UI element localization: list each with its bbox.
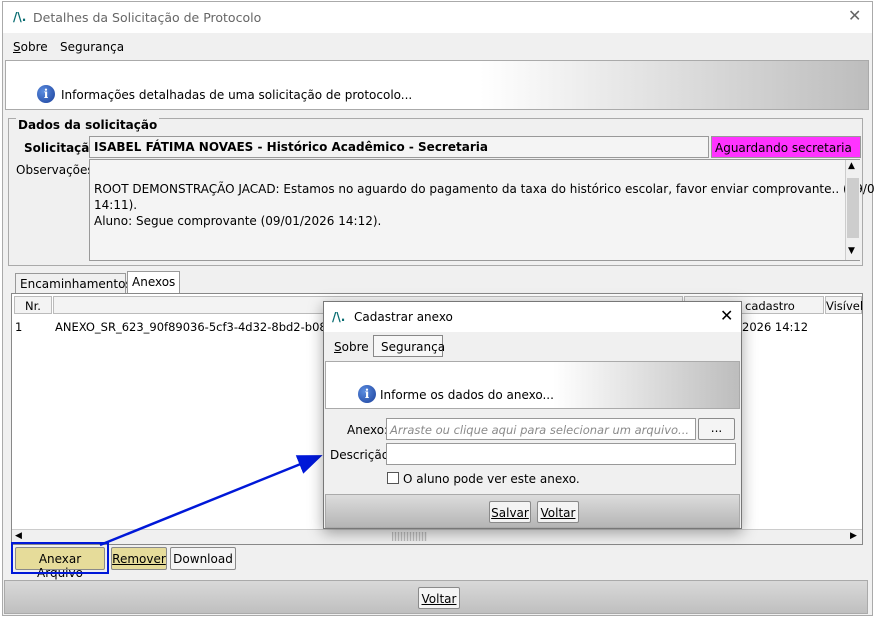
dialog-voltar-button[interactable]: Voltar <box>537 501 579 523</box>
dialog-close-icon[interactable]: ✕ <box>720 306 733 325</box>
dialog-menu-sobre-label: obre <box>341 340 369 354</box>
dialog-menu-seguranca-label: Segurança <box>381 340 446 354</box>
dialog-footer: Salvar Voltar <box>325 494 740 528</box>
salvar-button[interactable]: Salvar <box>489 501 531 523</box>
salvar-label: Salvar <box>491 506 529 520</box>
cadastrar-anexo-dialog: /\. Cadastrar anexo ✕ Sobre Segurança i … <box>323 301 742 529</box>
browse-label: ... <box>710 421 723 435</box>
dialog-info-text: Informe os dados do anexo... <box>380 388 554 402</box>
descricao-label: Descrição: <box>330 448 394 462</box>
aluno-pode-ver-label: O aluno pode ver este anexo. <box>403 472 580 486</box>
descricao-input[interactable] <box>386 443 736 465</box>
voltar-label: Voltar <box>421 592 457 606</box>
dialog-title: Cadastrar anexo <box>354 310 453 324</box>
dialog-title-bar: /\. Cadastrar anexo ✕ <box>324 302 741 332</box>
dialog-info-icon: i <box>358 385 376 403</box>
anexo-label: Anexo: <box>347 423 389 437</box>
aluno-pode-ver-checkbox[interactable] <box>387 472 399 484</box>
dialog-menu-sobre[interactable]: Sobre <box>334 340 369 354</box>
dialog-logo-icon: /\. <box>332 310 346 324</box>
browse-button[interactable]: ... <box>698 418 735 440</box>
dialog-menu-sobre-mnemonic: S <box>334 340 342 354</box>
anexo-file-input[interactable]: Arraste ou clique aqui para selecionar u… <box>386 418 696 440</box>
dialog-menu-seguranca[interactable]: Segurança <box>373 335 446 357</box>
bottom-bar: Voltar <box>4 580 868 614</box>
voltar-button[interactable]: Voltar <box>418 587 460 609</box>
dialog-info-header: i Informe os dados do anexo... <box>325 361 740 409</box>
anexo-placeholder: Arraste ou clique aqui para selecionar u… <box>390 423 689 437</box>
dialog-voltar-label: Voltar <box>540 506 576 520</box>
